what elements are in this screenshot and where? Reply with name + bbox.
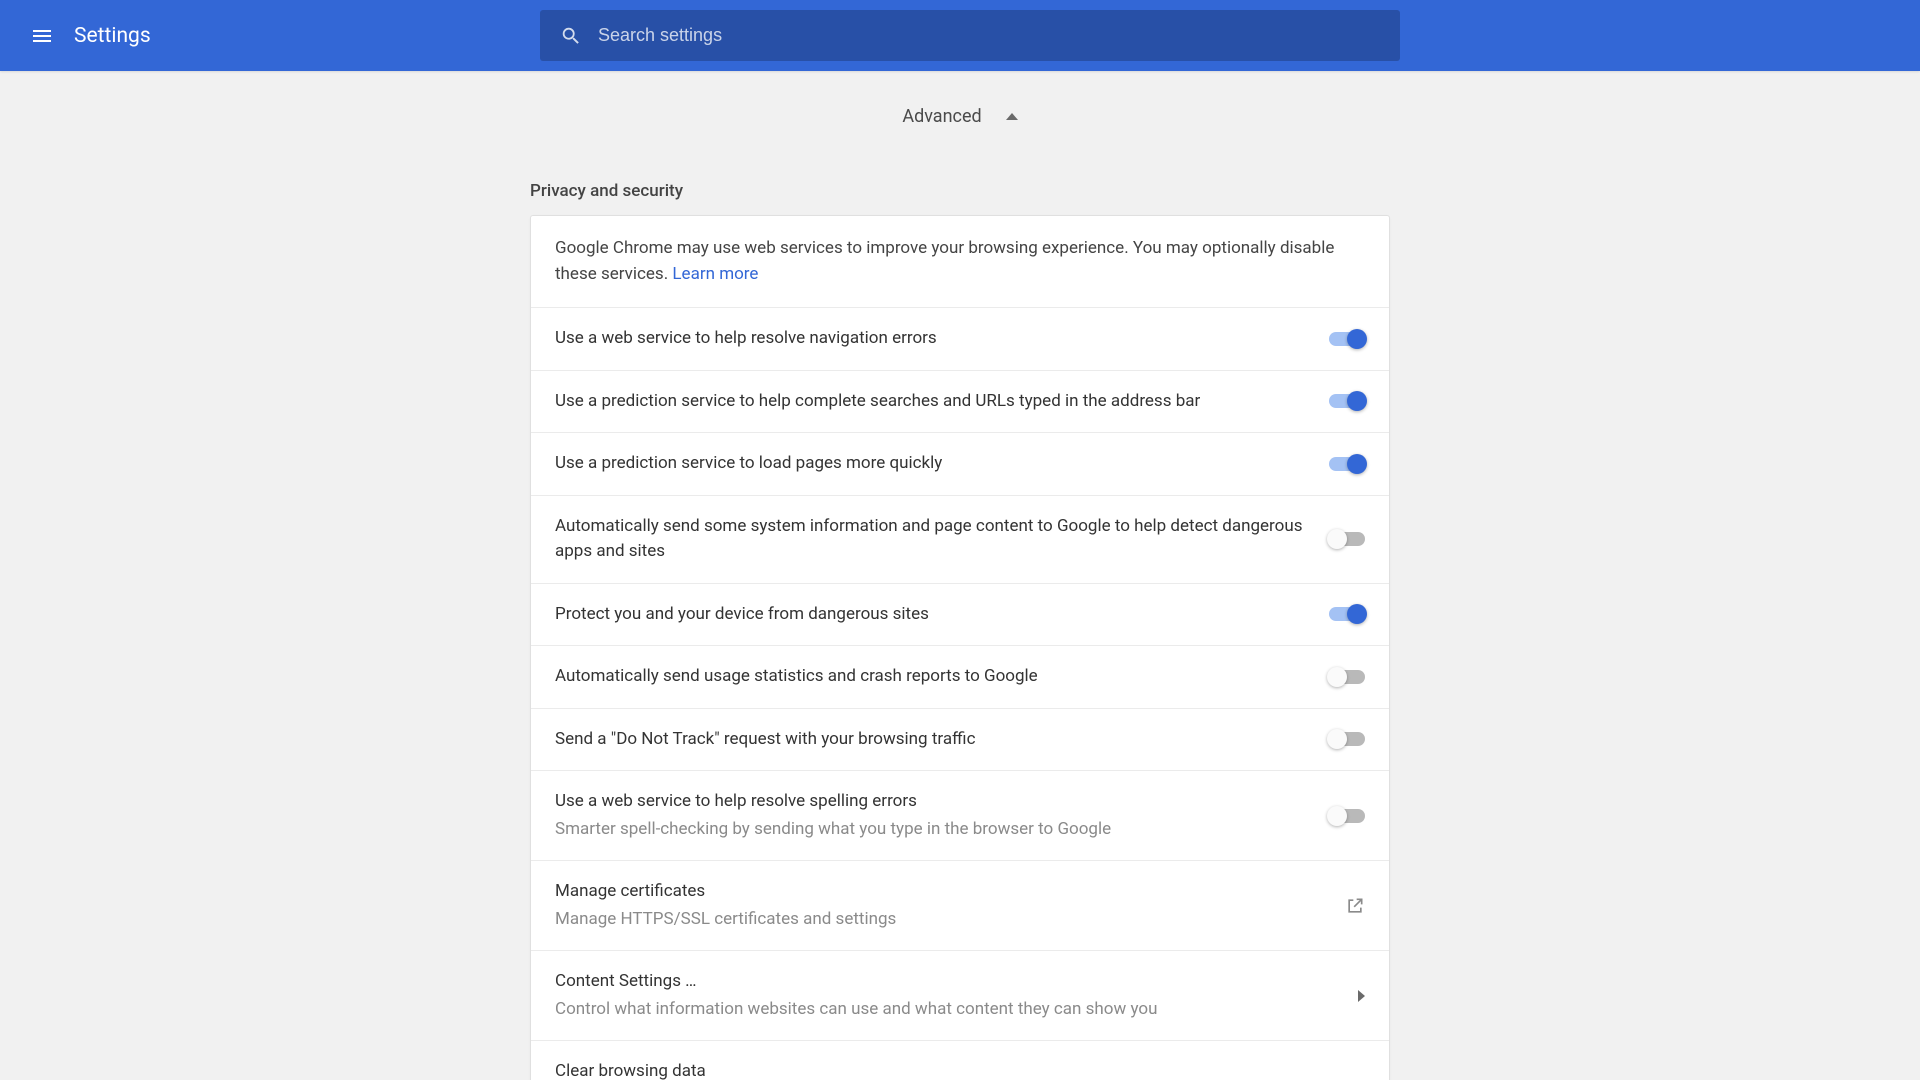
setting-label: Automatically send usage statistics and … (555, 664, 1309, 690)
setting-row-predict-load: Use a prediction service to load pages m… (531, 432, 1389, 495)
setting-row-do-not-track: Send a "Do Not Track" request with your … (531, 708, 1389, 771)
advanced-toggle[interactable]: Advanced (530, 71, 1390, 161)
link-row-manage-certs[interactable]: Manage certificatesManage HTTPS/SSL cert… (531, 860, 1389, 950)
setting-row-nav-errors: Use a web service to help resolve naviga… (531, 307, 1389, 370)
search-icon (560, 25, 582, 47)
link-label: Content Settings … (555, 969, 1338, 995)
toggle-usage-stats[interactable] (1329, 668, 1365, 686)
toggle-auto-report[interactable] (1329, 530, 1365, 548)
setting-label: Use a prediction service to help complet… (555, 389, 1309, 415)
setting-row-usage-stats: Automatically send usage statistics and … (531, 645, 1389, 708)
search-input[interactable] (582, 25, 1400, 46)
setting-label: Use a prediction service to load pages m… (555, 451, 1309, 477)
privacy-intro: Google Chrome may use web services to im… (531, 216, 1389, 307)
setting-label: Automatically send some system informati… (555, 514, 1309, 565)
external-link-icon (1345, 896, 1365, 916)
setting-row-safe-browsing: Protect you and your device from dangero… (531, 583, 1389, 646)
link-row-content-settings[interactable]: Content Settings …Control what informati… (531, 950, 1389, 1040)
chevron-right-icon (1358, 990, 1365, 1002)
link-label: Manage certificates (555, 879, 1325, 905)
toggle-spell-check[interactable] (1329, 807, 1365, 825)
section-title-privacy: Privacy and security (530, 181, 1390, 201)
app-header: Settings (0, 0, 1920, 71)
content-scroll-area[interactable]: Advanced Privacy and security Google Chr… (0, 71, 1920, 1080)
link-label: Clear browsing data (555, 1059, 1338, 1080)
setting-label: Use a web service to help resolve naviga… (555, 326, 1309, 352)
setting-row-spell-check: Use a web service to help resolve spelli… (531, 770, 1389, 860)
link-row-clear-data[interactable]: Clear browsing dataClear history, cookie… (531, 1040, 1389, 1080)
toggle-safe-browsing[interactable] (1329, 605, 1365, 623)
setting-label: Send a "Do Not Track" request with your … (555, 727, 1309, 753)
hamburger-menu-icon[interactable] (30, 24, 54, 48)
chevron-up-icon (1006, 113, 1018, 120)
advanced-label: Advanced (902, 106, 981, 127)
setting-label: Use a web service to help resolve spelli… (555, 789, 1309, 815)
learn-more-link[interactable]: Learn more (672, 264, 758, 284)
link-sublabel: Manage HTTPS/SSL certificates and settin… (555, 907, 1325, 933)
toggle-predict-load[interactable] (1329, 455, 1365, 473)
toggle-nav-errors[interactable] (1329, 330, 1365, 348)
setting-row-predict-search: Use a prediction service to help complet… (531, 370, 1389, 433)
setting-label: Protect you and your device from dangero… (555, 602, 1309, 628)
setting-row-auto-report: Automatically send some system informati… (531, 495, 1389, 583)
link-sublabel: Control what information websites can us… (555, 997, 1338, 1023)
page-title: Settings (74, 24, 151, 48)
setting-sublabel: Smarter spell-checking by sending what y… (555, 817, 1309, 843)
toggle-do-not-track[interactable] (1329, 730, 1365, 748)
toggle-predict-search[interactable] (1329, 392, 1365, 410)
privacy-card: Google Chrome may use web services to im… (530, 215, 1390, 1080)
search-box[interactable] (540, 10, 1400, 61)
